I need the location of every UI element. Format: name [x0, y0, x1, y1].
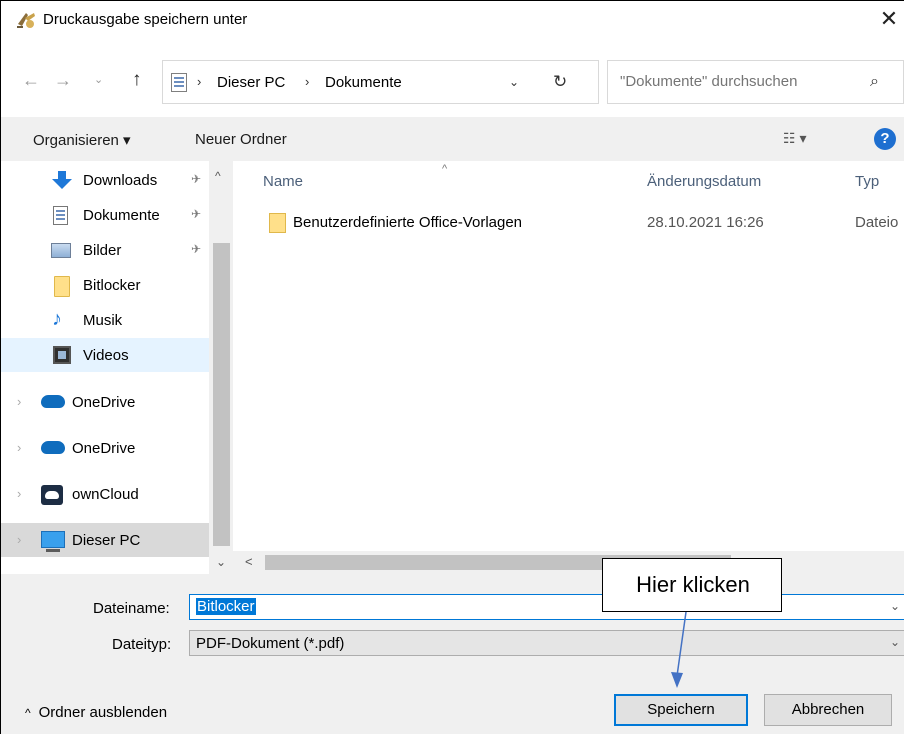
- nav-item-label: Dokumente: [83, 207, 160, 224]
- nav-item-owncloud[interactable]: › ownCloud: [1, 477, 209, 511]
- window-title: Druckausgabe speichern unter: [43, 11, 248, 28]
- filetype-select[interactable]: PDF-Dokument (*.pdf) ⌄: [189, 630, 904, 656]
- help-icon[interactable]: ?: [874, 128, 896, 150]
- videos-icon: [53, 346, 71, 364]
- filename-value[interactable]: Bitlocker: [196, 598, 256, 615]
- chevron-down-icon[interactable]: ⌄: [890, 635, 900, 649]
- document-location-icon: [171, 73, 187, 92]
- folder-icon: [54, 276, 70, 297]
- scroll-down-icon[interactable]: ⌄: [216, 555, 226, 569]
- pin-icon: ✈: [191, 207, 202, 221]
- search-icon[interactable]: ⌕: [870, 73, 879, 91]
- computer-icon: [41, 531, 65, 552]
- music-icon: ♪: [52, 308, 62, 330]
- nav-item-downloads[interactable]: Downloads ✈: [1, 163, 209, 197]
- callout-text: Hier klicken: [636, 572, 750, 597]
- pin-icon: ✈: [191, 172, 202, 186]
- nav-item-bilder[interactable]: Bilder ✈: [1, 233, 209, 267]
- scroll-left-icon[interactable]: <: [245, 554, 253, 569]
- breadcrumb-item-dokumente[interactable]: Dokumente: [325, 74, 402, 91]
- pictures-icon: [51, 243, 71, 258]
- breadcrumb-item-dieser-pc[interactable]: Dieser PC: [217, 74, 285, 91]
- search-box[interactable]: ⌕: [607, 60, 904, 104]
- save-button[interactable]: Speichern: [614, 694, 748, 726]
- forward-arrow-icon[interactable]: →: [54, 70, 72, 91]
- file-list-hscrollbar[interactable]: <: [233, 551, 904, 574]
- close-icon: ✕: [879, 6, 899, 31]
- expand-chevron-icon[interactable]: ›: [17, 486, 21, 501]
- nav-pane-scrollbar[interactable]: ^ ⌄: [209, 161, 233, 574]
- owncloud-icon: [41, 485, 63, 505]
- column-header-date[interactable]: Änderungsdatum: [647, 173, 761, 190]
- nav-item-label: Videos: [83, 347, 129, 364]
- file-name: Benutzerdefinierte Office-Vorlagen: [293, 214, 523, 231]
- breadcrumb-separator-icon: ›: [305, 74, 310, 89]
- onedrive-icon: [41, 395, 65, 408]
- expand-chevron-icon[interactable]: ›: [17, 532, 21, 547]
- expand-chevron-icon[interactable]: ›: [17, 394, 21, 409]
- scroll-up-icon[interactable]: ^: [215, 169, 221, 183]
- sort-indicator-icon: ^: [442, 163, 448, 175]
- expand-chevron-icon[interactable]: ›: [17, 440, 21, 455]
- nav-item-label: OneDrive: [72, 394, 136, 411]
- command-toolbar: Organisieren ▾ Neuer Ordner ☷ ▾ ?: [1, 117, 904, 161]
- refresh-icon[interactable]: ↻: [553, 72, 567, 92]
- close-button[interactable]: ✕: [873, 5, 904, 35]
- breadcrumb-separator-icon: ›: [197, 74, 202, 89]
- chevron-down-icon[interactable]: ⌄: [890, 599, 900, 613]
- nav-item-musik[interactable]: ♪ Musik: [1, 303, 209, 337]
- download-icon: [52, 171, 72, 189]
- document-icon: [53, 206, 68, 225]
- cancel-button[interactable]: Abbrechen: [764, 694, 892, 726]
- scrollbar-thumb[interactable]: [213, 243, 230, 546]
- nav-item-onedrive-1[interactable]: › OneDrive: [1, 385, 209, 419]
- filetype-label: Dateityp:: [112, 636, 172, 653]
- column-header-type[interactable]: Typ: [855, 173, 879, 190]
- filename-input[interactable]: Bitlocker ⌄: [189, 594, 904, 620]
- search-input[interactable]: [620, 73, 860, 90]
- nav-item-videos[interactable]: Videos: [1, 338, 209, 372]
- navigation-pane: Downloads ✈ Dokumente ✈ Bilder ✈ Bitlock…: [1, 161, 233, 574]
- title-bar: Druckausgabe speichern unter ✕: [1, 1, 904, 37]
- hide-folders-button[interactable]: ^ Ordner ausblenden: [25, 704, 167, 721]
- nav-item-label: Dieser PC: [72, 532, 141, 549]
- file-date: 28.10.2021 16:26: [647, 214, 764, 231]
- filename-label: Dateiname:: [93, 600, 170, 617]
- recent-locations-icon[interactable]: ⌄: [94, 73, 103, 86]
- address-dropdown-icon[interactable]: ⌄: [509, 75, 519, 89]
- nav-item-dieser-pc[interactable]: › Dieser PC: [1, 523, 209, 557]
- file-row[interactable]: Benutzerdefinierte Office-Vorlagen 28.10…: [233, 205, 904, 239]
- back-arrow-icon[interactable]: ←: [22, 70, 40, 91]
- hide-folders-label: Ordner ausblenden: [38, 704, 168, 721]
- chevron-up-icon: ^: [25, 706, 31, 720]
- nav-item-onedrive-2[interactable]: › OneDrive: [1, 431, 209, 465]
- file-list: ^ Name Änderungsdatum Typ Benutzerdefini…: [233, 161, 904, 551]
- new-folder-button[interactable]: Neuer Ordner: [195, 131, 287, 148]
- nav-item-label: Musik: [83, 312, 123, 329]
- printer-app-icon: [17, 13, 35, 28]
- nav-item-label: Bilder: [83, 242, 122, 259]
- nav-item-dokumente[interactable]: Dokumente ✈: [1, 198, 209, 232]
- up-arrow-icon[interactable]: ↑: [132, 69, 142, 91]
- onedrive-icon: [41, 441, 65, 454]
- callout-box: Hier klicken: [602, 558, 782, 612]
- nav-item-label: Bitlocker: [83, 277, 141, 294]
- nav-item-label: OneDrive: [72, 440, 136, 457]
- column-header-name[interactable]: Name: [263, 173, 303, 190]
- nav-item-label: ownCloud: [72, 486, 139, 503]
- address-bar[interactable]: › Dieser PC › Dokumente ⌄ ↻: [162, 60, 599, 104]
- view-options-icon[interactable]: ☷ ▾: [783, 130, 806, 147]
- pin-icon: ✈: [191, 242, 202, 256]
- filetype-value: PDF-Dokument (*.pdf): [196, 635, 345, 652]
- file-type: Dateio: [855, 214, 899, 231]
- nav-item-label: Downloads: [83, 172, 158, 189]
- folder-icon: [269, 213, 286, 233]
- organize-button[interactable]: Organisieren ▾: [33, 131, 131, 149]
- nav-item-bitlocker[interactable]: Bitlocker: [1, 268, 209, 302]
